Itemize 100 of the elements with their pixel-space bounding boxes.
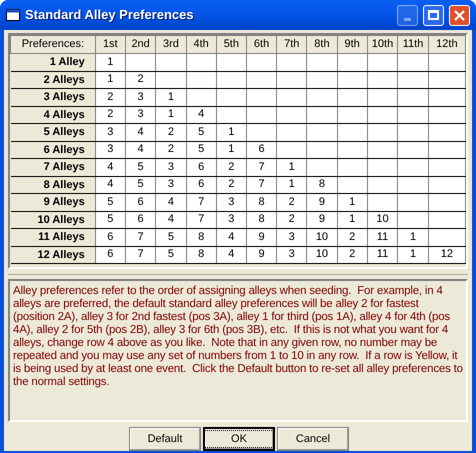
table-cell[interactable]: 9	[246, 246, 277, 264]
table-cell[interactable]: 4	[125, 124, 156, 141]
table-cell[interactable]: 6	[186, 176, 216, 194]
table-cell[interactable]: 2	[156, 141, 186, 158]
table-cell[interactable]	[337, 176, 368, 194]
table-cell[interactable]	[246, 54, 277, 71]
table-cell[interactable]: 1	[156, 88, 186, 106]
table-cell[interactable]: 1	[276, 176, 307, 194]
table-cell[interactable]: 6	[95, 228, 126, 246]
table-cell[interactable]	[398, 176, 428, 194]
table-cell[interactable]	[428, 228, 466, 246]
table-cell[interactable]	[367, 71, 398, 88]
table-cell[interactable]: 3	[125, 106, 156, 124]
table-cell[interactable]	[398, 54, 428, 71]
table-cell[interactable]	[186, 54, 216, 71]
table-cell[interactable]	[337, 88, 368, 106]
table-cell[interactable]: 3	[156, 158, 186, 176]
table-cell[interactable]: 8	[186, 246, 216, 264]
table-cell[interactable]	[306, 124, 338, 141]
table-cell[interactable]	[216, 54, 246, 71]
table-cell[interactable]	[276, 71, 307, 88]
table-cell[interactable]: 6	[95, 246, 126, 264]
table-cell[interactable]	[306, 141, 338, 158]
table-cell[interactable]	[337, 158, 368, 176]
table-cell[interactable]: 1	[337, 211, 368, 228]
table-cell[interactable]: 4	[216, 246, 246, 264]
table-cell[interactable]	[306, 106, 338, 124]
table-cell[interactable]: 1	[398, 246, 428, 264]
table-cell[interactable]	[156, 54, 186, 71]
table-cell[interactable]: 1	[337, 194, 368, 211]
table-cell[interactable]: 6	[125, 211, 156, 228]
table-cell[interactable]: 3	[276, 246, 307, 264]
table-cell[interactable]: 3	[95, 141, 126, 158]
table-cell[interactable]	[367, 88, 398, 106]
table-cell[interactable]	[367, 106, 398, 124]
table-cell[interactable]	[186, 88, 216, 106]
table-cell[interactable]: 2	[95, 106, 126, 124]
table-cell[interactable]: 1	[398, 228, 428, 246]
table-cell[interactable]	[398, 106, 428, 124]
table-cell[interactable]	[428, 106, 466, 124]
table-cell[interactable]	[398, 71, 428, 88]
table-cell[interactable]	[246, 106, 277, 124]
table-cell[interactable]: 5	[125, 176, 156, 194]
dialog-button[interactable]: Cancel	[277, 427, 349, 451]
close-button[interactable]	[449, 4, 470, 26]
table-cell[interactable]	[337, 141, 368, 158]
table-cell[interactable]: 9	[246, 228, 277, 246]
table-cell[interactable]: 11	[367, 228, 398, 246]
table-cell[interactable]: 4	[216, 228, 246, 246]
table-cell[interactable]: 11	[367, 246, 398, 264]
table-cell[interactable]	[337, 106, 368, 124]
table-cell[interactable]	[276, 88, 307, 106]
table-cell[interactable]	[367, 158, 398, 176]
table-cell[interactable]: 5	[186, 124, 216, 141]
table-cell[interactable]	[337, 124, 368, 141]
table-cell[interactable]	[428, 211, 466, 228]
table-cell[interactable]	[306, 158, 338, 176]
table-cell[interactable]: 12	[428, 246, 466, 264]
table-cell[interactable]: 1	[95, 71, 126, 88]
table-cell[interactable]: 4	[156, 211, 186, 228]
table-cell[interactable]: 2	[125, 71, 156, 88]
table-cell[interactable]	[367, 54, 398, 71]
table-cell[interactable]	[306, 88, 338, 106]
table-cell[interactable]	[398, 158, 428, 176]
table-cell[interactable]	[246, 71, 277, 88]
table-cell[interactable]	[428, 54, 466, 71]
table-cell[interactable]: 7	[246, 176, 277, 194]
table-cell[interactable]: 6	[246, 141, 277, 158]
dialog-button[interactable]: Default	[129, 427, 201, 451]
table-cell[interactable]	[337, 71, 368, 88]
table-cell[interactable]: 2	[216, 176, 246, 194]
table-cell[interactable]: 2	[156, 124, 186, 141]
table-cell[interactable]: 8	[306, 176, 338, 194]
table-cell[interactable]: 1	[276, 158, 307, 176]
table-cell[interactable]	[398, 124, 428, 141]
table-cell[interactable]: 3	[156, 176, 186, 194]
table-cell[interactable]	[246, 88, 277, 106]
table-cell[interactable]	[428, 124, 466, 141]
table-cell[interactable]: 9	[306, 194, 338, 211]
table-cell[interactable]	[216, 106, 246, 124]
table-cell[interactable]: 3	[95, 124, 126, 141]
table-cell[interactable]	[276, 124, 307, 141]
table-cell[interactable]: 7	[186, 211, 216, 228]
table-cell[interactable]: 7	[186, 194, 216, 211]
table-cell[interactable]	[216, 71, 246, 88]
table-cell[interactable]	[306, 54, 338, 71]
table-cell[interactable]: 2	[276, 194, 307, 211]
table-cell[interactable]: 2	[337, 228, 368, 246]
table-cell[interactable]: 5	[95, 194, 126, 211]
table-cell[interactable]: 1	[216, 141, 246, 158]
table-cell[interactable]	[428, 176, 466, 194]
table-cell[interactable]: 7	[125, 246, 156, 264]
table-cell[interactable]: 8	[246, 194, 277, 211]
table-cell[interactable]	[367, 194, 398, 211]
table-cell[interactable]	[125, 54, 156, 71]
table-cell[interactable]: 5	[186, 141, 216, 158]
table-cell[interactable]	[276, 54, 307, 71]
table-cell[interactable]	[398, 141, 428, 158]
table-cell[interactable]	[367, 141, 398, 158]
table-cell[interactable]: 4	[156, 194, 186, 211]
